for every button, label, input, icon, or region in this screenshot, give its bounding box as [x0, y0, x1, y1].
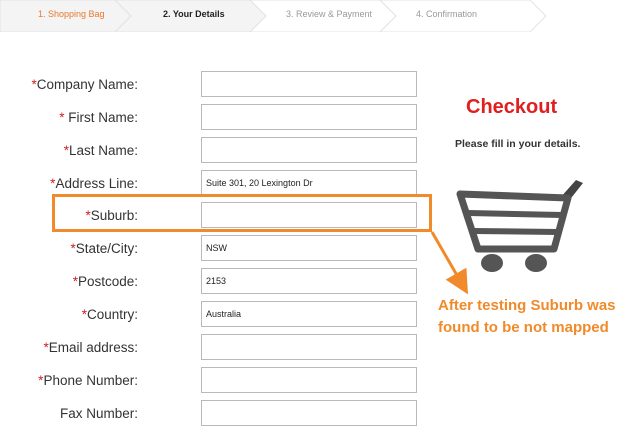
postcode-field[interactable] — [201, 268, 417, 294]
address-line-field[interactable] — [201, 170, 417, 196]
annotation-note: After testing Suburb was found to be not… — [438, 295, 616, 339]
country-row: *Country: — [0, 301, 420, 327]
annotation-line-1: After testing Suburb was — [438, 297, 616, 314]
country-field[interactable] — [201, 301, 417, 327]
step-confirmation: 4. Confirmation — [416, 9, 478, 19]
checkout-subtitle: Please fill in your details. — [455, 138, 581, 150]
postcode-row: *Postcode: — [0, 268, 420, 294]
phone-label: *Phone Number: — [38, 373, 138, 388]
last-name-field[interactable] — [201, 137, 417, 163]
fax-row: Fax Number: — [0, 400, 420, 426]
address-line-label: *Address Line: — [50, 176, 138, 191]
state-city-field[interactable] — [201, 235, 417, 261]
suburb-highlight-box — [52, 194, 432, 232]
checkout-steps: 1. Shopping Bag 2. Your Details 3. Revie… — [0, 0, 548, 32]
step-your-details: 2. Your Details — [163, 9, 225, 19]
checkout-title: Checkout — [466, 96, 558, 118]
step-shopping-bag[interactable]: 1. Shopping Bag — [38, 9, 105, 19]
state-city-row: *State/City: — [0, 235, 420, 261]
first-name-row: * First Name: — [0, 104, 420, 130]
postcode-label: *Postcode: — [72, 274, 138, 289]
first-name-label: * First Name: — [59, 110, 138, 125]
company-name-label: *Company Name: — [31, 77, 138, 92]
state-city-label: *State/City: — [70, 241, 138, 256]
company-name-row: *Company Name: — [0, 71, 420, 97]
email-label: *Email address: — [43, 340, 138, 355]
shopping-cart-icon — [456, 180, 583, 272]
phone-row: *Phone Number: — [0, 367, 420, 393]
first-name-field[interactable] — [201, 104, 417, 130]
fax-label: Fax Number: — [59, 406, 138, 421]
fax-field[interactable] — [201, 400, 417, 426]
step-review-payment: 3. Review & Payment — [286, 9, 373, 19]
last-name-label: *Last Name: — [63, 143, 138, 158]
phone-field[interactable] — [201, 367, 417, 393]
email-row: *Email address: — [0, 334, 420, 360]
country-label: *Country: — [81, 307, 138, 322]
address-line-row: *Address Line: — [0, 170, 420, 196]
email-field[interactable] — [201, 334, 417, 360]
annotation-line-2: found to be not mapped — [438, 319, 609, 336]
last-name-row: *Last Name: — [0, 137, 420, 163]
company-name-field[interactable] — [201, 71, 417, 97]
